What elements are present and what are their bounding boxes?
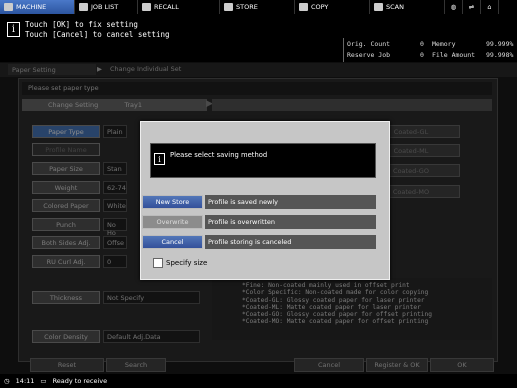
network-button[interactable]: ⇌ <box>463 0 481 14</box>
globe-button[interactable]: ◍ <box>445 0 463 14</box>
tab-machine[interactable]: MACHINE <box>0 0 75 14</box>
specify-size-checkbox[interactable] <box>153 258 163 268</box>
dialog-cancel-button[interactable]: Cancel <box>142 235 203 249</box>
printer-icon: ▭ <box>40 377 47 385</box>
tab-scan[interactable]: SCAN <box>370 0 445 14</box>
memory-value: 99.999% <box>486 40 514 48</box>
globe-icon: ◍ <box>450 3 457 11</box>
info-icon: i <box>154 153 165 165</box>
top-tab-bar: MACHINE JOB LIST RECALL STORE COPY SCAN … <box>0 0 517 14</box>
file-amount-label: File Amount <box>432 51 476 59</box>
status-bar: ◷ 14:11 ▭ Ready to receive <box>0 374 517 388</box>
status-time: 14:11 <box>15 377 35 385</box>
scan-icon <box>374 3 383 11</box>
job-list-icon <box>79 3 88 11</box>
dialog-message: Please select saving method <box>170 151 268 159</box>
new-store-button[interactable]: New Store <box>142 195 203 209</box>
counter-panel: Orig. Count 0 Memory 99.999% Reserve Job… <box>343 38 517 62</box>
message-line-2: Touch [Cancel] to cancel setting <box>25 30 170 39</box>
info-icon: i <box>7 22 20 37</box>
cancel-description: Profile storing is canceled <box>205 235 376 249</box>
home-icon: ⌂ <box>487 3 492 11</box>
reserve-job-label: Reserve Job <box>347 51 391 59</box>
recall-icon <box>142 3 151 11</box>
memory-label: Memory <box>432 40 456 48</box>
network-icon: ⇌ <box>468 3 475 11</box>
overwrite-button[interactable]: Overwrite <box>142 215 203 229</box>
tab-store[interactable]: STORE <box>220 0 295 14</box>
machine-icon <box>4 3 13 11</box>
tab-recall[interactable]: RECALL <box>138 0 220 14</box>
clock-icon: ◷ <box>4 377 10 385</box>
tab-copy[interactable]: COPY <box>295 0 370 14</box>
file-amount-value: 99.998% <box>486 51 514 59</box>
message-line-1: Touch [OK] to fix setting <box>25 20 138 29</box>
store-icon <box>224 3 233 11</box>
status-text: Ready to receive <box>52 377 108 385</box>
reserve-job-value: 0 <box>420 51 424 59</box>
dialog-message-box <box>150 143 376 178</box>
overwrite-description: Profile is overwritten <box>205 215 376 229</box>
new-store-description: Profile is saved newly <box>205 195 376 209</box>
tab-job-list[interactable]: JOB LIST <box>75 0 138 14</box>
copy-icon <box>299 3 308 11</box>
home-button[interactable]: ⌂ <box>481 0 499 14</box>
orig-count-value: 0 <box>420 40 424 48</box>
specify-size-label: Specify size <box>166 259 208 267</box>
orig-count-label: Orig. Count <box>347 40 391 48</box>
